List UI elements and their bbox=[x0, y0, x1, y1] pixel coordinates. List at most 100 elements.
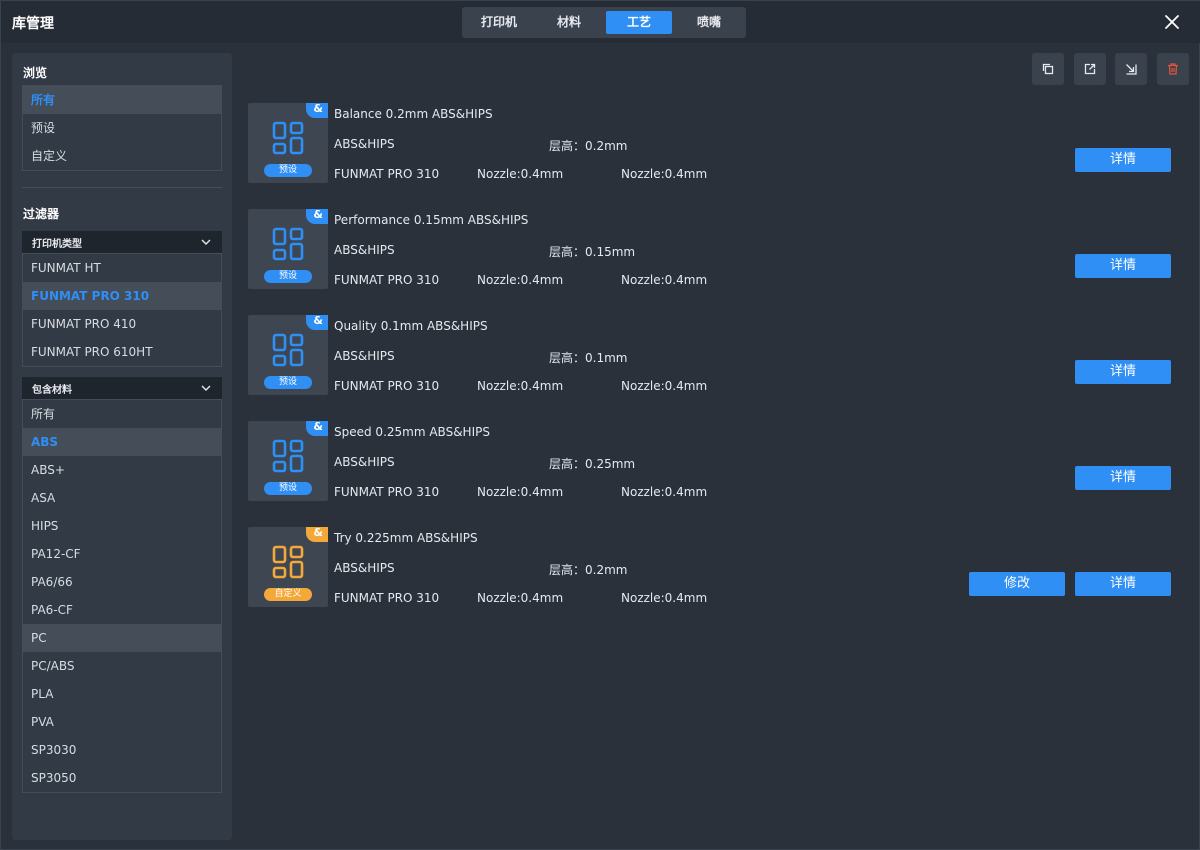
printer-item-funmat-ht[interactable]: FUNMAT HT bbox=[23, 254, 221, 282]
profile-layer-height: 层高：0.25mm bbox=[549, 457, 636, 471]
material-item-pla[interactable]: PLA bbox=[23, 680, 221, 708]
profile-printer: FUNMAT PRO 310 bbox=[334, 273, 440, 287]
import-icon bbox=[1126, 64, 1137, 75]
profile-printer: FUNMAT PRO 310 bbox=[334, 167, 440, 181]
material-dropdown[interactable]: 包含材料 bbox=[22, 377, 222, 399]
material-item-pa6-cf[interactable]: PA6-CF bbox=[23, 596, 221, 624]
chevron-down-icon bbox=[201, 239, 211, 245]
browse-item-preset[interactable]: 预设 bbox=[23, 114, 221, 142]
profile-name: Performance 0.15mm ABS&HIPS bbox=[334, 213, 529, 227]
material-item-sp3050[interactable]: SP3050 bbox=[23, 764, 221, 792]
material-item-hips[interactable]: HIPS bbox=[23, 512, 221, 540]
tab-nozzle[interactable]: 喷嘴 bbox=[676, 11, 742, 34]
profile-list-panel: & 预设 Balance 0.2mm ABS&HIPS ABS&HIPS 层高：… bbox=[237, 53, 1189, 840]
library-manager-window: 库管理 打印机 材料 工艺 喷嘴 浏览 所有 预设 自定义 过滤器 打印机类型 … bbox=[0, 0, 1200, 850]
preset-badge: 预设 bbox=[264, 376, 312, 389]
material-item-pc-abs[interactable]: PC/ABS bbox=[23, 652, 221, 680]
details-button[interactable]: 详情 bbox=[1075, 148, 1171, 172]
profile-nozzle-right: Nozzle:0.4mm bbox=[621, 167, 708, 181]
profile-material: ABS&HIPS bbox=[334, 243, 395, 257]
sidebar-divider bbox=[22, 187, 222, 188]
profile-card: & 预设 Speed 0.25mm ABS&HIPS ABS&HIPS 层高：0… bbox=[248, 420, 1178, 503]
material-item-all[interactable]: 所有 bbox=[23, 400, 221, 428]
profile-material: ABS&HIPS bbox=[334, 137, 395, 151]
profile-material: ABS&HIPS bbox=[334, 455, 395, 469]
browse-item-all[interactable]: 所有 bbox=[23, 86, 221, 114]
profile-thumbnail: & 预设 bbox=[248, 314, 328, 395]
details-button[interactable]: 详情 bbox=[1075, 466, 1171, 490]
printer-item-funmat-pro-310[interactable]: FUNMAT PRO 310 bbox=[23, 282, 221, 310]
profile-material: ABS&HIPS bbox=[334, 349, 395, 363]
printer-item-funmat-pro-410[interactable]: FUNMAT PRO 410 bbox=[23, 310, 221, 338]
tab-process[interactable]: 工艺 bbox=[606, 11, 672, 34]
browse-item-custom[interactable]: 自定义 bbox=[23, 142, 221, 170]
profile-card: & 预设 Balance 0.2mm ABS&HIPS ABS&HIPS 层高：… bbox=[248, 102, 1178, 185]
delete-button[interactable] bbox=[1157, 53, 1189, 85]
material-list: 所有 ABS ABS+ ASA HIPS PA12-CF PA6/66 PA6-… bbox=[22, 399, 222, 793]
details-button[interactable]: 详情 bbox=[1075, 572, 1171, 596]
corner-tag-label: & bbox=[313, 420, 323, 433]
profile-nozzle-left: Nozzle:0.4mm bbox=[477, 273, 564, 287]
process-profile-icon bbox=[272, 545, 304, 579]
profile-nozzle-left: Nozzle:0.4mm bbox=[477, 485, 564, 499]
copy-button[interactable] bbox=[1032, 53, 1064, 85]
profile-nozzle-left: Nozzle:0.4mm bbox=[477, 379, 564, 393]
category-tabs: 打印机 材料 工艺 喷嘴 bbox=[462, 7, 746, 38]
profile-card: & 预设 Performance 0.15mm ABS&HIPS ABS&HIP… bbox=[248, 208, 1178, 291]
material-item-pva[interactable]: PVA bbox=[23, 708, 221, 736]
profile-printer: FUNMAT PRO 310 bbox=[334, 379, 440, 393]
preset-badge: 预设 bbox=[264, 164, 312, 177]
material-item-pa6-66[interactable]: PA6/66 bbox=[23, 568, 221, 596]
profile-thumbnail: & 预设 bbox=[248, 208, 328, 289]
process-profile-icon bbox=[272, 439, 304, 473]
details-button[interactable]: 详情 bbox=[1075, 360, 1171, 384]
profile-nozzle-right: Nozzle:0.4mm bbox=[621, 591, 708, 605]
details-button[interactable]: 详情 bbox=[1075, 254, 1171, 278]
tab-printer[interactable]: 打印机 bbox=[466, 11, 532, 34]
printer-type-dropdown[interactable]: 打印机类型 bbox=[22, 231, 222, 253]
printer-item-funmat-pro-610ht[interactable]: FUNMAT PRO 610HT bbox=[23, 338, 221, 366]
profile-layer-height: 层高：0.15mm bbox=[549, 245, 636, 259]
profile-material: ABS&HIPS bbox=[334, 561, 395, 575]
import-button[interactable] bbox=[1115, 53, 1147, 85]
sidebar: 浏览 所有 预设 自定义 过滤器 打印机类型 FUNMAT HT FUNMAT … bbox=[12, 53, 232, 840]
export-icon bbox=[1084, 63, 1096, 75]
chevron-down-icon bbox=[201, 385, 211, 391]
browse-title: 浏览 bbox=[23, 66, 48, 80]
window-title: 库管理 bbox=[12, 16, 54, 32]
close-icon[interactable] bbox=[1163, 13, 1181, 31]
modify-button[interactable]: 修改 bbox=[969, 572, 1065, 596]
filter-title: 过滤器 bbox=[23, 207, 60, 221]
profile-card: & 自定义 Try 0.225mm ABS&HIPS ABS&HIPS 层高：0… bbox=[248, 526, 1178, 609]
profile-printer: FUNMAT PRO 310 bbox=[334, 485, 440, 499]
export-button[interactable] bbox=[1074, 53, 1106, 85]
process-profile-icon bbox=[272, 121, 304, 155]
tab-material[interactable]: 材料 bbox=[536, 11, 602, 34]
corner-tag-label: & bbox=[313, 102, 323, 115]
profile-nozzle-right: Nozzle:0.4mm bbox=[621, 379, 708, 393]
profile-layer-height: 层高：0.2mm bbox=[549, 563, 628, 577]
material-item-abs[interactable]: ABS bbox=[23, 428, 221, 456]
profile-name: Balance 0.2mm ABS&HIPS bbox=[334, 107, 493, 121]
browse-list: 所有 预设 自定义 bbox=[22, 85, 222, 171]
material-item-pa12-cf[interactable]: PA12-CF bbox=[23, 540, 221, 568]
profile-card: & 预设 Quality 0.1mm ABS&HIPS ABS&HIPS 层高：… bbox=[248, 314, 1178, 397]
delete-icon bbox=[1168, 63, 1178, 75]
profile-nozzle-right: Nozzle:0.4mm bbox=[621, 273, 708, 287]
profile-nozzle-left: Nozzle:0.4mm bbox=[477, 591, 564, 605]
material-item-asa[interactable]: ASA bbox=[23, 484, 221, 512]
custom-badge: 自定义 bbox=[264, 588, 312, 601]
material-item-pc[interactable]: PC bbox=[23, 624, 221, 652]
printer-type-label: 打印机类型 bbox=[32, 239, 82, 250]
process-profile-icon bbox=[272, 227, 304, 261]
profile-thumbnail: & 预设 bbox=[248, 420, 328, 501]
profile-name: Speed 0.25mm ABS&HIPS bbox=[334, 425, 490, 439]
title-bar: 库管理 打印机 材料 工艺 喷嘴 bbox=[1, 1, 1200, 43]
profile-thumbnail: & 预设 bbox=[248, 102, 328, 183]
profile-name: Try 0.225mm ABS&HIPS bbox=[334, 531, 478, 545]
material-item-sp3030[interactable]: SP3030 bbox=[23, 736, 221, 764]
material-item-abs-plus[interactable]: ABS+ bbox=[23, 456, 221, 484]
profile-thumbnail: & 自定义 bbox=[248, 526, 328, 607]
profile-layer-height: 层高：0.2mm bbox=[549, 139, 628, 153]
corner-tag-label: & bbox=[313, 314, 323, 327]
